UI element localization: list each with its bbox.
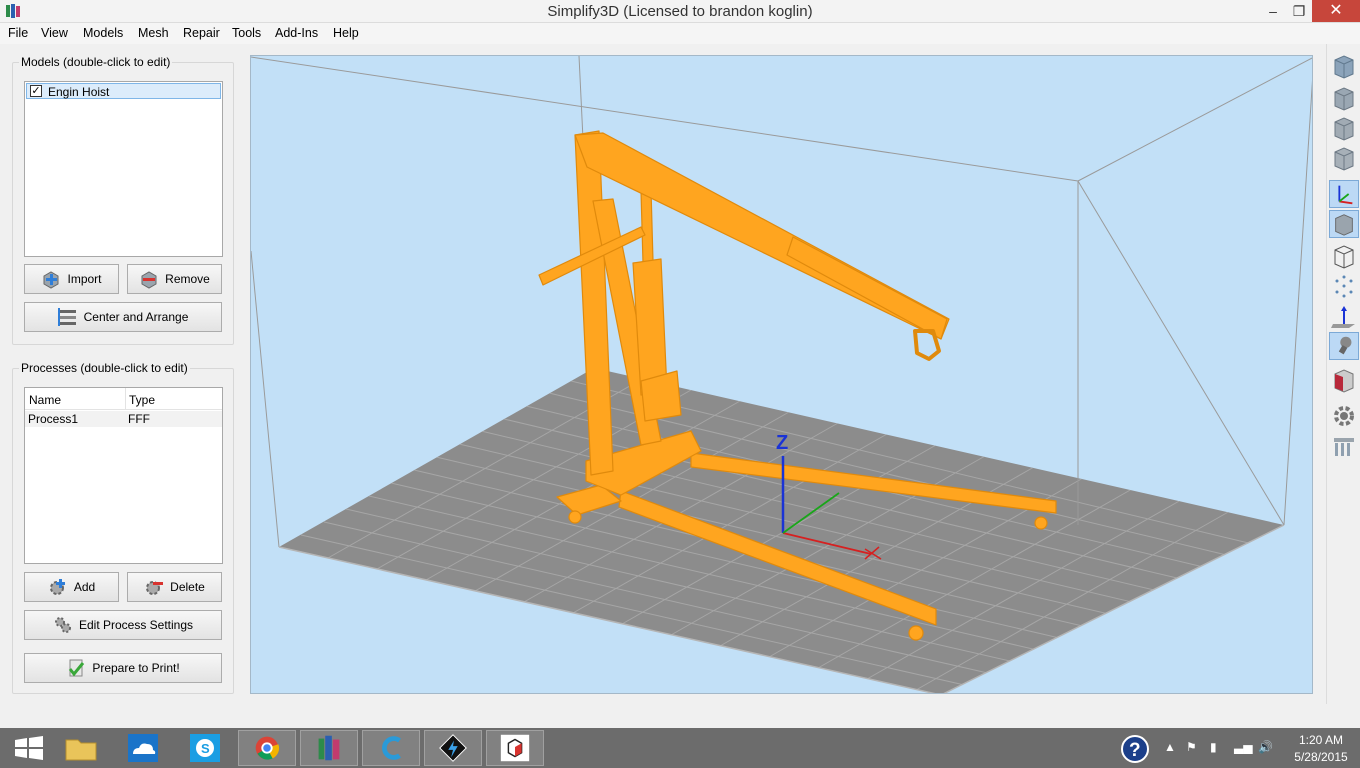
models-group: Models (double-click to edit) ✓ Engin Ho… bbox=[12, 55, 234, 345]
cura-icon[interactable] bbox=[362, 730, 420, 766]
cross-section-icon[interactable] bbox=[1329, 366, 1359, 394]
import-button[interactable]: Import bbox=[24, 264, 119, 294]
menu-tools[interactable]: Tools bbox=[232, 26, 261, 40]
center-arrange-button[interactable]: Center and Arrange bbox=[24, 302, 222, 332]
settings-gear-icon[interactable] bbox=[1329, 402, 1359, 430]
volume-icon[interactable]: 🔊 bbox=[1258, 740, 1273, 754]
settings-gears-icon bbox=[54, 617, 71, 633]
menu-repair[interactable]: Repair bbox=[183, 26, 220, 40]
model-checkbox[interactable]: ✓ bbox=[30, 85, 42, 97]
windows-start-icon[interactable] bbox=[0, 730, 58, 766]
center-arrange-icon bbox=[57, 308, 76, 326]
menu-bar: File View Models Mesh Repair Tools Add-I… bbox=[0, 23, 1360, 44]
svg-text:?: ? bbox=[1129, 740, 1141, 761]
power-icon[interactable]: ▮ bbox=[1210, 740, 1217, 754]
processes-list[interactable]: Name Type Process1 FFF bbox=[24, 387, 223, 564]
list-item[interactable]: ✓ Engin Hoist bbox=[26, 83, 221, 99]
menu-models[interactable]: Models bbox=[83, 26, 123, 40]
edit-process-settings-label: Edit Process Settings bbox=[78, 618, 194, 632]
process-type: FFF bbox=[128, 412, 150, 426]
menu-view[interactable]: View bbox=[41, 26, 68, 40]
file-explorer-icon[interactable] bbox=[52, 730, 110, 766]
skype-icon[interactable]: S bbox=[176, 730, 234, 766]
point-view-icon[interactable] bbox=[1329, 272, 1359, 300]
action-center-flag-icon[interactable]: ⚑ bbox=[1186, 740, 1197, 754]
column-header-type[interactable]: Type bbox=[129, 393, 155, 407]
delete-process-label: Delete bbox=[170, 580, 205, 594]
close-button[interactable]: ✕ bbox=[1312, 0, 1360, 22]
flashprint-icon[interactable] bbox=[424, 730, 482, 766]
processes-header: Name Type bbox=[25, 388, 222, 410]
processes-group-title: Processes (double-click to edit) bbox=[19, 361, 190, 375]
axes-icon[interactable] bbox=[1329, 180, 1359, 208]
solid-view-icon[interactable] bbox=[1329, 210, 1359, 238]
lighting-icon[interactable] bbox=[1329, 332, 1359, 360]
view-top-icon[interactable] bbox=[1329, 144, 1359, 172]
column-header-name[interactable]: Name bbox=[29, 393, 61, 407]
scene-svg[interactable]: Z bbox=[251, 56, 1313, 694]
normals-icon[interactable] bbox=[1329, 302, 1359, 330]
models-group-title: Models (double-click to edit) bbox=[19, 55, 173, 69]
network-signal-icon[interactable]: ▃▅ bbox=[1234, 740, 1252, 754]
wireframe-icon[interactable] bbox=[1329, 242, 1359, 270]
show-hidden-icons-icon[interactable]: ▲ bbox=[1164, 740, 1176, 754]
window-title: Simplify3D (Licensed to brandon koglin) bbox=[547, 3, 813, 20]
edit-process-settings-button[interactable]: Edit Process Settings bbox=[24, 610, 222, 640]
delete-process-button[interactable]: Delete bbox=[127, 572, 222, 602]
add-process-button[interactable]: Add bbox=[24, 572, 119, 602]
simplify3d-icon[interactable] bbox=[300, 730, 358, 766]
prepare-to-print-label: Prepare to Print! bbox=[92, 661, 180, 675]
import-icon bbox=[43, 271, 59, 289]
svg-text:S: S bbox=[201, 741, 210, 756]
models-list[interactable]: ✓ Engin Hoist bbox=[24, 81, 223, 257]
menu-file[interactable]: File bbox=[8, 26, 28, 40]
chrome-icon[interactable] bbox=[238, 730, 296, 766]
app-cube-icon[interactable] bbox=[486, 730, 544, 766]
onedrive-icon[interactable] bbox=[114, 730, 172, 766]
view-toolbar bbox=[1326, 44, 1360, 704]
remove-icon bbox=[141, 271, 157, 289]
checkmark-document-icon bbox=[69, 659, 85, 677]
model-name: Engin Hoist bbox=[48, 85, 110, 99]
menu-help[interactable]: Help bbox=[333, 26, 359, 40]
3d-viewport[interactable]: Z bbox=[250, 55, 1313, 694]
restore-button[interactable]: ❐ bbox=[1284, 0, 1314, 22]
menu-mesh[interactable]: Mesh bbox=[138, 26, 169, 40]
build-volume-front bbox=[1077, 80, 1312, 526]
view-iso-icon[interactable] bbox=[1329, 52, 1359, 80]
processes-group: Processes (double-click to edit) Name Ty… bbox=[12, 361, 234, 694]
view-front-icon[interactable] bbox=[1329, 84, 1359, 112]
title-bar: Simplify3D (Licensed to brandon koglin) … bbox=[0, 0, 1360, 23]
menu-add-ins[interactable]: Add-Ins bbox=[275, 26, 318, 40]
delete-gear-icon bbox=[146, 581, 164, 595]
remove-button[interactable]: Remove bbox=[127, 264, 222, 294]
add-gear-icon bbox=[49, 579, 65, 595]
column-divider bbox=[125, 388, 126, 410]
windows-taskbar: S ? ▲ ⚑ ▮ ▃▅ 🔊 1:20 AM 5/28/2015 bbox=[0, 728, 1360, 768]
add-process-label: Add bbox=[73, 580, 96, 594]
import-label: Import bbox=[67, 272, 102, 286]
clock-time[interactable]: 1:20 AM bbox=[1290, 733, 1352, 747]
help-question-icon[interactable]: ? bbox=[1120, 734, 1150, 764]
supports-icon[interactable] bbox=[1329, 432, 1359, 460]
clock-date[interactable]: 5/28/2015 bbox=[1290, 750, 1352, 764]
remove-label: Remove bbox=[165, 272, 210, 286]
axis-z-label: Z bbox=[776, 432, 788, 454]
print-bed bbox=[279, 368, 1284, 693]
process-name: Process1 bbox=[28, 412, 79, 426]
table-row[interactable]: Process1 FFF bbox=[25, 411, 222, 427]
view-side-icon[interactable] bbox=[1329, 114, 1359, 142]
center-arrange-label: Center and Arrange bbox=[83, 310, 189, 324]
prepare-to-print-button[interactable]: Prepare to Print! bbox=[24, 653, 222, 683]
